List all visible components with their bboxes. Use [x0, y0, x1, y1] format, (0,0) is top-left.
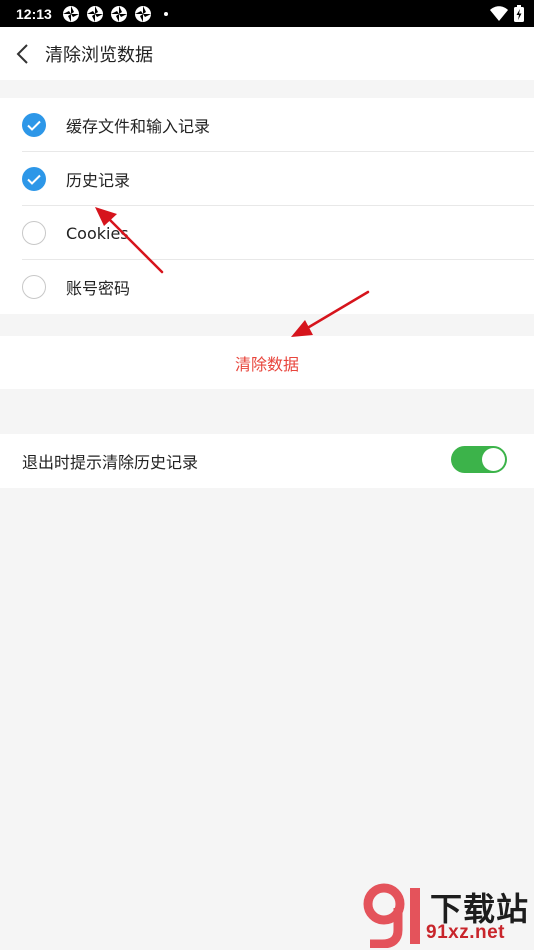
switch-knob	[482, 448, 505, 471]
checkbox-checked-icon[interactable]	[22, 113, 46, 137]
option-history[interactable]: 历史记录	[0, 152, 534, 206]
aperture-icon	[86, 5, 103, 22]
status-time: 12:13	[16, 5, 52, 22]
status-bar: 12:13	[0, 0, 534, 27]
option-cache[interactable]: 缓存文件和输入记录	[0, 98, 534, 152]
checkbox-checked-icon[interactable]	[22, 167, 46, 191]
back-button[interactable]	[0, 27, 44, 80]
clear-data-button[interactable]: 清除数据	[0, 336, 534, 389]
notification-icons	[62, 5, 168, 23]
exit-prompt-row: 退出时提示清除历史记录	[0, 434, 534, 488]
aperture-icon	[110, 5, 127, 22]
option-passwords[interactable]: 账号密码	[0, 260, 534, 314]
checkbox-unchecked-icon[interactable]	[22, 275, 46, 299]
status-right-icons	[490, 5, 524, 22]
checkbox-unchecked-icon[interactable]	[22, 221, 46, 245]
clear-options-list: 缓存文件和输入记录 历史记录 Cookies 账号密码	[0, 98, 534, 314]
option-label: 缓存文件和输入记录	[66, 117, 211, 136]
option-label: Cookies	[66, 223, 129, 243]
battery-charging-icon	[514, 5, 524, 22]
page-title: 清除浏览数据	[45, 44, 153, 66]
exit-prompt-switch[interactable]	[451, 446, 507, 473]
more-notifications-dot	[163, 11, 168, 16]
option-label: 历史记录	[66, 171, 131, 190]
exit-prompt-label: 退出时提示清除历史记录	[22, 453, 199, 472]
header-bar: 清除浏览数据	[0, 27, 534, 80]
aperture-icon	[134, 5, 151, 22]
option-label: 账号密码	[66, 279, 131, 298]
chevron-left-icon	[16, 43, 28, 64]
wifi-icon	[490, 5, 508, 21]
site-watermark: 下载站 91xz.net	[360, 882, 530, 948]
aperture-icon	[62, 5, 79, 22]
clear-data-label: 清除数据	[234, 354, 299, 374]
watermark-logo-icon	[363, 883, 420, 948]
watermark-text-bottom: 91xz.net	[426, 922, 505, 943]
option-cookies[interactable]: Cookies	[0, 206, 534, 260]
